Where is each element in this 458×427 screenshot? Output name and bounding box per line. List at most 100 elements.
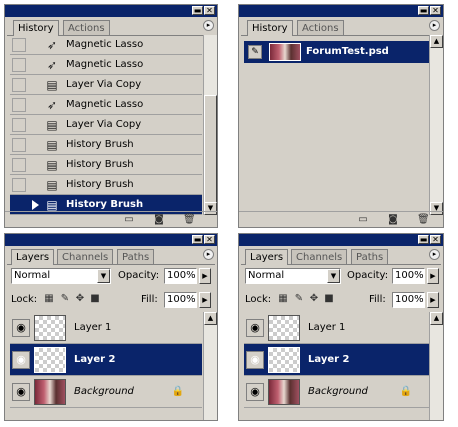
- trash-icon[interactable]: 🗑: [417, 214, 430, 225]
- history-item[interactable]: ➶ Magnetic Lasso: [10, 35, 202, 55]
- layers-titlebar[interactable]: ▬ ✕: [239, 234, 443, 246]
- camera-icon[interactable]: ◙: [387, 214, 399, 225]
- history-scrollbar[interactable]: ▲ ▼: [429, 35, 443, 215]
- tab-layers[interactable]: Layers: [11, 249, 55, 265]
- tab-layers[interactable]: Layers: [245, 249, 289, 265]
- snapshot-row-selected[interactable]: ✎ ForumTest.psd: [244, 41, 430, 63]
- layer-row[interactable]: ◉ Layer 1: [244, 312, 430, 344]
- chevron-down-icon[interactable]: ▼: [327, 269, 340, 283]
- fill-slider-button[interactable]: ▶: [199, 292, 211, 308]
- lock-transparency-icon[interactable]: ▦: [277, 293, 289, 305]
- minimize-button[interactable]: ▬: [418, 6, 429, 15]
- fill-field[interactable]: 100%: [392, 292, 425, 308]
- panel-menu-icon[interactable]: ▸: [429, 249, 440, 260]
- snapshot-checkbox[interactable]: [12, 138, 26, 152]
- eye-icon[interactable]: ◉: [246, 383, 264, 401]
- minimize-button[interactable]: ▬: [192, 235, 203, 244]
- lock-brush-icon[interactable]: ✎: [293, 293, 305, 305]
- scroll-thumb[interactable]: [204, 95, 217, 205]
- tab-paths[interactable]: Paths: [351, 249, 389, 264]
- history-item[interactable]: ▤ History Brush: [10, 155, 202, 175]
- snapshot-checkbox[interactable]: [12, 118, 26, 132]
- eye-icon[interactable]: ◉: [12, 351, 30, 369]
- eye-icon[interactable]: ◉: [246, 319, 264, 337]
- history-scrollbar[interactable]: ▼: [203, 35, 217, 215]
- history-titlebar[interactable]: ▬ ✕: [239, 5, 443, 17]
- lock-move-icon[interactable]: ✥: [308, 293, 320, 305]
- scroll-up-button[interactable]: ▲: [204, 312, 217, 325]
- lock-brush-icon[interactable]: ✎: [59, 293, 71, 305]
- snapshot-checkbox[interactable]: [12, 38, 26, 52]
- history-item[interactable]: ▤ History Brush: [10, 135, 202, 155]
- scroll-up-button[interactable]: ▲: [430, 312, 443, 325]
- close-button[interactable]: ✕: [430, 6, 441, 15]
- fill-label: Fill:: [141, 294, 158, 305]
- layer-row[interactable]: ◉ Background 🔒: [244, 376, 430, 408]
- scroll-up-button[interactable]: ▲: [430, 35, 443, 48]
- new-document-icon[interactable]: ▭: [357, 214, 369, 225]
- history-state-slider-icon[interactable]: [32, 200, 39, 210]
- panel-menu-icon[interactable]: ▸: [429, 20, 440, 31]
- layers-panel-right: ▬ ✕ Layers Channels Paths ▸ Normal ▼ Opa…: [238, 233, 444, 421]
- eye-icon[interactable]: ◉: [12, 319, 30, 337]
- layer-thumbnail: [268, 379, 300, 405]
- tab-channels[interactable]: Channels: [291, 249, 348, 264]
- close-button[interactable]: ✕: [204, 6, 215, 15]
- tab-channels[interactable]: Channels: [57, 249, 114, 264]
- eye-icon[interactable]: ◉: [12, 383, 30, 401]
- minimize-button[interactable]: ▬: [192, 6, 203, 15]
- history-item[interactable]: ➶ Magnetic Lasso: [10, 95, 202, 115]
- snapshot-checkbox[interactable]: [12, 78, 26, 92]
- tab-actions[interactable]: Actions: [297, 20, 344, 35]
- camera-icon[interactable]: ◙: [153, 214, 165, 225]
- state-icon: ▤: [46, 198, 58, 212]
- opacity-slider-button[interactable]: ▶: [427, 268, 439, 284]
- history-titlebar[interactable]: ▬ ✕: [5, 5, 217, 17]
- trash-icon[interactable]: 🗑: [183, 214, 196, 225]
- tab-paths[interactable]: Paths: [117, 249, 155, 264]
- snapshot-checkbox[interactable]: [12, 158, 26, 172]
- layer-row-selected[interactable]: ◉ Layer 2: [244, 344, 430, 376]
- eye-icon[interactable]: ◉: [246, 351, 264, 369]
- panel-menu-icon[interactable]: ▸: [203, 20, 214, 31]
- lock-transparency-icon[interactable]: ▦: [43, 293, 55, 305]
- state-icon: ▤: [46, 178, 58, 192]
- chevron-down-icon[interactable]: ▼: [97, 269, 110, 283]
- opacity-slider-button[interactable]: ▶: [199, 268, 211, 284]
- history-item-label: Magnetic Lasso: [66, 59, 144, 70]
- layers-scrollbar[interactable]: ▲: [203, 312, 217, 420]
- layers-titlebar[interactable]: ▬ ✕: [5, 234, 217, 246]
- opacity-field[interactable]: 100%: [164, 268, 197, 284]
- layer-row[interactable]: ◉ Background 🔒: [10, 376, 202, 408]
- history-item[interactable]: ▤ Layer Via Copy: [10, 75, 202, 95]
- opacity-label: Opacity:: [347, 270, 389, 281]
- history-item[interactable]: ▤ History Brush: [10, 175, 202, 195]
- fill-slider-button[interactable]: ▶: [427, 292, 439, 308]
- layers-scrollbar[interactable]: ▲: [429, 312, 443, 420]
- minimize-button[interactable]: ▬: [418, 235, 429, 244]
- layer-row-selected[interactable]: ◉ Layer 2: [10, 344, 202, 376]
- layer-thumbnail: [34, 347, 66, 373]
- lock-all-icon[interactable]: ■: [323, 293, 335, 305]
- tab-history[interactable]: History: [247, 20, 293, 36]
- lock-all-icon[interactable]: ■: [89, 293, 101, 305]
- history-item[interactable]: ➶ Magnetic Lasso: [10, 55, 202, 75]
- layer-name: Layer 2: [308, 354, 350, 365]
- panel-menu-icon[interactable]: ▸: [203, 249, 214, 260]
- history-brush-source-icon[interactable]: ✎: [248, 45, 262, 59]
- opacity-field[interactable]: 100%: [392, 268, 425, 284]
- snapshot-checkbox[interactable]: [12, 98, 26, 112]
- layer-row[interactable]: ◉ Layer 1: [10, 312, 202, 344]
- close-button[interactable]: ✕: [204, 235, 215, 244]
- new-document-icon[interactable]: ▭: [123, 214, 135, 225]
- snapshot-checkbox[interactable]: [12, 178, 26, 192]
- blend-mode-select[interactable]: Normal ▼: [11, 268, 111, 284]
- tab-actions[interactable]: Actions: [63, 20, 110, 35]
- fill-field[interactable]: 100%: [164, 292, 197, 308]
- blend-mode-select[interactable]: Normal ▼: [245, 268, 341, 284]
- lock-move-icon[interactable]: ✥: [74, 293, 86, 305]
- snapshot-checkbox[interactable]: [12, 58, 26, 72]
- history-item[interactable]: ▤ Layer Via Copy: [10, 115, 202, 135]
- close-button[interactable]: ✕: [430, 235, 441, 244]
- tab-history[interactable]: History: [13, 20, 59, 36]
